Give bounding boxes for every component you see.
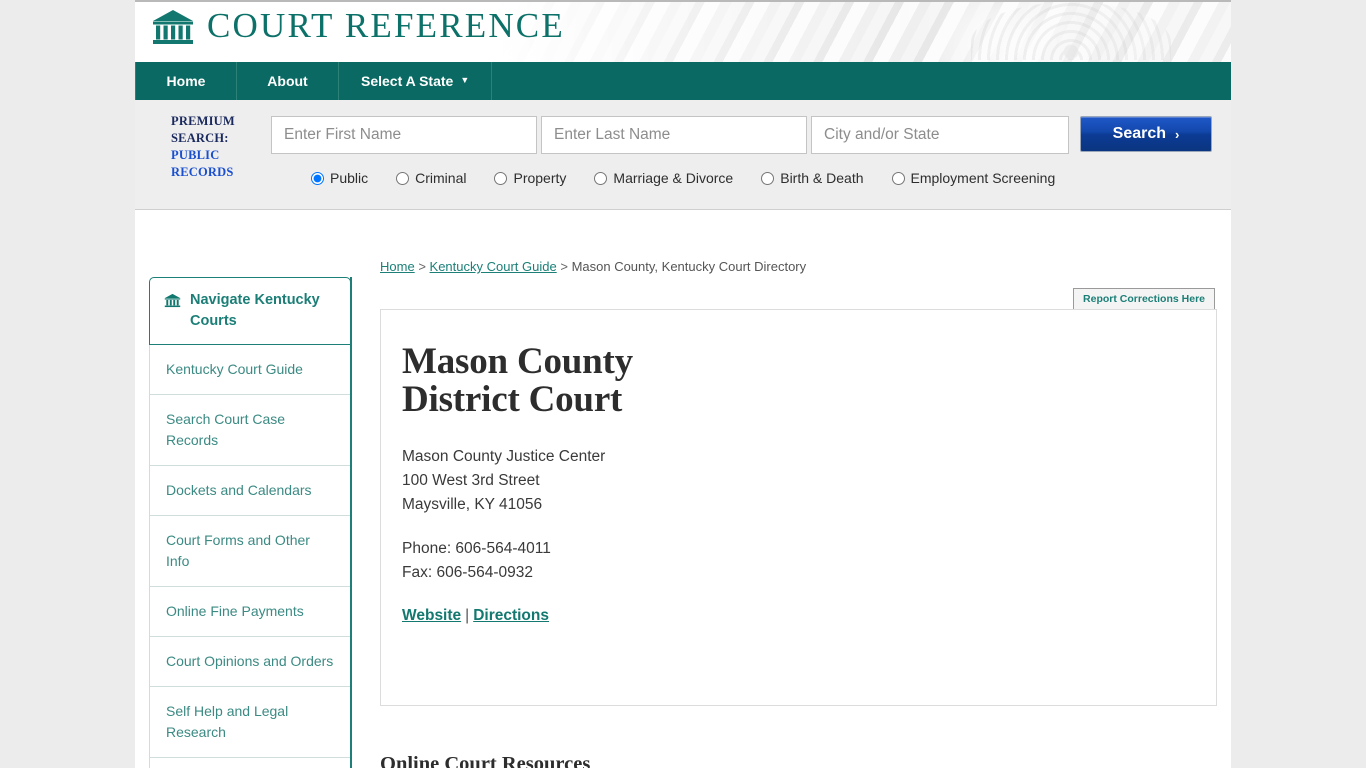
masthead: COURT REFERENCE <box>135 0 1231 62</box>
court-address-line-1: Mason County Justice Center <box>402 448 606 465</box>
sidebar-navigate-kentucky-courts: Navigate Kentucky Courts Kentucky Court … <box>149 277 352 768</box>
sidebar-item-search-court-case-records[interactable]: Search Court Case Records <box>149 395 351 466</box>
radio-input-employment-screening[interactable] <box>891 171 905 185</box>
search-button-label: Search <box>1112 125 1167 142</box>
city-state-input[interactable] <box>811 116 1069 154</box>
sidebar-item-label: Dockets and Calendars <box>166 482 312 498</box>
sidebar-item-court-forms-and-other-info[interactable]: Court Forms and Other Info <box>149 516 351 587</box>
masthead-top-rule <box>135 0 1231 2</box>
breadcrumb-link-kentucky-court-guide[interactable]: Kentucky Court Guide <box>430 259 557 274</box>
search-button[interactable]: Search › <box>1080 116 1212 152</box>
radio-input-birth-death[interactable] <box>761 171 775 185</box>
breadcrumb-current: Mason County, Kentucky Court Directory <box>571 259 807 274</box>
last-name-input[interactable] <box>541 116 807 154</box>
premium-search-bar: PREMIUM SEARCH: PUBLIC RECORDS Search › … <box>135 100 1231 210</box>
court-contact: Phone: 606-564-4011 Fax: 606-564-0932 <box>402 537 1180 585</box>
sidebar-header: Navigate Kentucky Courts <box>149 277 351 345</box>
court-address: Mason County Justice Center 100 West 3rd… <box>402 445 1180 517</box>
radio-option-employment-screening[interactable]: Employment Screening <box>891 170 1056 186</box>
radio-option-criminal[interactable]: Criminal <box>396 170 466 186</box>
breadcrumb-separator-1: > <box>418 259 426 274</box>
court-website-link[interactable]: Website <box>402 607 461 624</box>
court-fax: Fax: 606-564-0932 <box>402 564 533 581</box>
breadcrumb-separator-2: > <box>560 259 568 274</box>
radio-label-employment-screening: Employment Screening <box>910 170 1056 186</box>
sidebar-item-label: Court Forms and Other Info <box>166 532 310 569</box>
sidebar-item-online-fine-payments[interactable]: Online Fine Payments <box>149 587 351 637</box>
radio-input-criminal[interactable] <box>396 171 410 185</box>
radio-label-criminal: Criminal <box>415 170 467 186</box>
nav-item-select-a-state-label: Select A State <box>361 73 454 89</box>
court-phone: Phone: 606-564-4011 <box>402 540 551 557</box>
premium-search-label-line2: PUBLIC RECORDS <box>171 148 234 179</box>
sidebar-item-label: Court Opinions and Orders <box>166 653 334 669</box>
first-name-input[interactable] <box>271 116 537 154</box>
court-detail-card: Mason County District Court Mason County… <box>380 309 1217 706</box>
radio-label-birth-death: Birth & Death <box>780 170 864 186</box>
premium-search-label-line1: PREMIUM SEARCH: <box>171 114 235 145</box>
nav-item-about[interactable]: About <box>237 62 339 100</box>
page-title: Mason County District Court <box>402 341 633 420</box>
page-root: COURT REFERENCE Home About Select A Stat… <box>0 0 1366 768</box>
links-separator: | <box>465 607 470 624</box>
report-corrections-label: Report Corrections Here <box>1083 293 1205 305</box>
sidebar-item-label: Kentucky Court Guide <box>166 361 303 377</box>
courthouse-icon <box>164 293 181 308</box>
sidebar-item-self-help-and-legal-research[interactable]: Self Help and Legal Research <box>149 687 351 758</box>
radio-option-property[interactable]: Property <box>494 170 566 186</box>
sidebar-item-legal-aid-lawyer-referral[interactable]: Legal Aid, Lawyer Referral <box>149 758 351 768</box>
radio-input-property[interactable] <box>494 171 508 185</box>
radio-label-public: Public <box>330 170 369 186</box>
chevron-down-icon: ▼ <box>460 75 470 85</box>
sidebar-accent-rail <box>350 277 352 768</box>
premium-search-label: PREMIUM SEARCH: PUBLIC RECORDS <box>171 113 281 181</box>
nav-item-about-label: About <box>267 73 308 89</box>
breadcrumb: Home > Kentucky Court Guide > Mason Coun… <box>380 259 806 274</box>
online-court-resources-heading: Online Court Resources <box>380 753 591 768</box>
radio-input-marriage-divorce[interactable] <box>594 171 608 185</box>
radio-label-marriage-divorce: Marriage & Divorce <box>613 170 734 186</box>
sidebar-item-label: Self Help and Legal Research <box>166 703 289 740</box>
sidebar-item-label: Search Court Case Records <box>166 411 286 448</box>
sidebar-item-label: Online Fine Payments <box>166 603 304 619</box>
search-category-radio-group: Public Criminal Property Marriage & Divo… <box>311 170 1083 186</box>
radio-option-public[interactable]: Public <box>311 170 368 186</box>
sidebar-item-dockets-and-calendars[interactable]: Dockets and Calendars <box>149 466 351 516</box>
report-corrections-button[interactable]: Report Corrections Here <box>1073 288 1215 310</box>
court-address-line-3: Maysville, KY 41056 <box>402 496 543 513</box>
site-brand-text: COURT REFERENCE <box>207 6 565 45</box>
radio-label-property: Property <box>513 170 567 186</box>
nav-item-select-a-state[interactable]: Select A State ▼ <box>339 62 493 100</box>
nav-item-home[interactable]: Home <box>135 62 237 100</box>
sidebar-item-court-opinions-and-orders[interactable]: Court Opinions and Orders <box>149 637 351 687</box>
site-logo-link[interactable]: COURT REFERENCE <box>151 8 565 46</box>
radio-option-birth-death[interactable]: Birth & Death <box>761 170 864 186</box>
chevron-right-icon: › <box>1175 126 1180 142</box>
nav-item-home-label: Home <box>166 73 206 89</box>
sidebar-item-kentucky-court-guide[interactable]: Kentucky Court Guide <box>149 345 351 395</box>
site-shell: COURT REFERENCE Home About Select A Stat… <box>135 0 1231 768</box>
main-navigation: Home About Select A State ▼ <box>135 62 1231 100</box>
court-address-line-2: 100 West 3rd Street <box>402 472 540 489</box>
breadcrumb-link-home[interactable]: Home <box>380 259 415 274</box>
radio-option-marriage-divorce[interactable]: Marriage & Divorce <box>594 170 733 186</box>
court-directions-link[interactable]: Directions <box>473 607 549 624</box>
court-links: Website | Directions <box>402 607 1180 625</box>
sidebar-header-label: Navigate Kentucky Courts <box>190 292 320 329</box>
courthouse-icon <box>153 10 193 44</box>
page-body: Home > Kentucky Court Guide > Mason Coun… <box>135 210 1231 768</box>
radio-input-public[interactable] <box>311 171 324 185</box>
